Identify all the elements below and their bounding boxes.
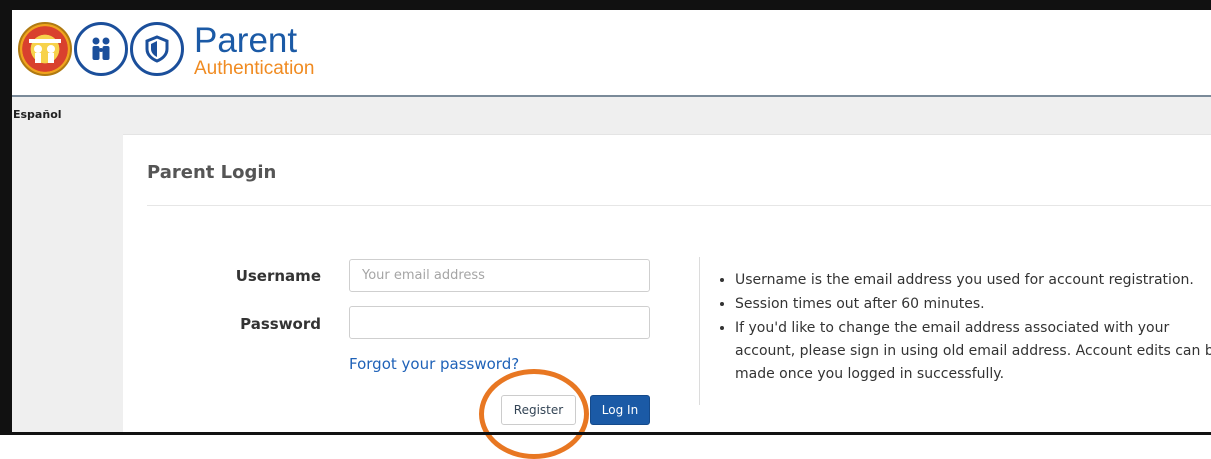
parent-family-icon [74,22,128,76]
password-input[interactable] [349,306,650,339]
login-panel: Parent Login Username Password Forgot yo… [123,134,1211,459]
vertical-divider [699,257,700,405]
password-label: Password [240,315,321,333]
security-shield-icon [130,22,184,76]
district-seal-icon [18,22,72,76]
list-item: Username is the email address you used f… [735,269,1211,292]
panel-title: Parent Login [147,162,277,183]
language-link-espanol[interactable]: Español [13,108,62,121]
window-frame-left [0,0,12,435]
username-input[interactable] [349,259,650,292]
logo-group [18,22,184,76]
register-highlight-circle [479,369,589,459]
list-item: If you'd like to change the email addres… [735,317,1211,386]
forgot-password-link[interactable]: Forgot your password? [349,355,519,373]
page-header: Parent Authentication [12,10,1211,95]
list-item: Session times out after 60 minutes. [735,293,1211,316]
login-notes-list: Username is the email address you used f… [717,269,1211,387]
panel-divider [147,205,1211,206]
login-button[interactable]: Log In [590,395,650,425]
brand-title: Parent [194,21,298,60]
seal-figures-icon [29,39,61,63]
brand-subtitle: Authentication [194,58,315,79]
window-frame-top [0,0,1211,10]
brand: Parent Authentication [194,21,315,80]
username-label: Username [235,267,321,285]
